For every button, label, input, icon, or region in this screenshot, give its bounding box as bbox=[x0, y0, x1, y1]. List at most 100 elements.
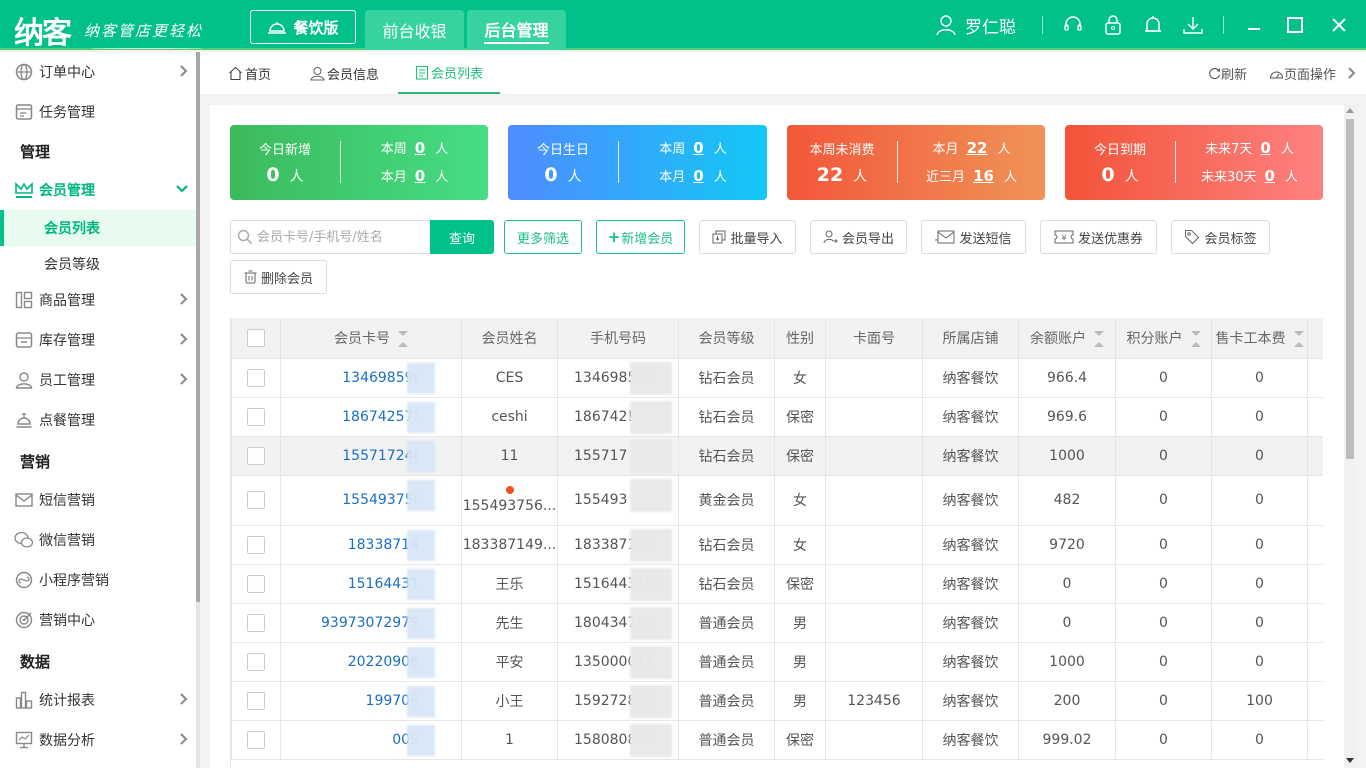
sidebar-item-goods[interactable]: 商品管理 bbox=[0, 280, 196, 320]
card-number-cell[interactable]: 20220906 bbox=[280, 641, 462, 682]
tab-home[interactable]: 首页 bbox=[228, 52, 271, 94]
close-button[interactable] bbox=[1316, 17, 1362, 33]
minimize-button[interactable] bbox=[1234, 17, 1274, 33]
select-all-checkbox[interactable] bbox=[247, 328, 265, 347]
card-number-cell[interactable]: 009 bbox=[280, 719, 462, 760]
main-scroll-thumb[interactable] bbox=[1346, 119, 1354, 459]
stat-sub-value[interactable]: 22 bbox=[967, 139, 988, 157]
sidebar-subitem-member-list[interactable]: 会员列表 bbox=[0, 210, 196, 246]
stat-card-new-today[interactable]: 今日新增 0 人 本周 0 人 本月 0 人 bbox=[230, 125, 488, 200]
table-row[interactable]: 199709 小王 159272855 普通会员男 123456 纳客餐饮 200 0 100 bbox=[231, 680, 1323, 721]
col-header-points[interactable]: 积分账户 bbox=[1115, 318, 1212, 359]
query-button[interactable]: 查询 bbox=[430, 220, 494, 254]
stat-sub-value[interactable]: 0 bbox=[693, 167, 703, 185]
sidebar-item-tasks[interactable]: 任务管理 bbox=[0, 92, 196, 132]
col-header-card-no[interactable]: 会员卡号 bbox=[280, 318, 462, 359]
stat-sub-value[interactable]: 0 bbox=[415, 167, 425, 185]
chevron-right-icon[interactable] bbox=[1348, 67, 1356, 79]
tab-member-list[interactable]: 会员列表 bbox=[398, 52, 500, 94]
card-number-cell[interactable]: 199709 bbox=[280, 680, 462, 721]
export-button[interactable]: 会员导出 bbox=[810, 220, 907, 254]
lock-icon[interactable] bbox=[1093, 14, 1133, 36]
table-row[interactable]: 18674257! ceshi 186742! 钻石会员 保密 纳客餐饮 969.6 0 0 bbox=[231, 396, 1323, 437]
member-tags-button[interactable]: 会员标签 bbox=[1171, 220, 1270, 254]
row-checkbox[interactable] bbox=[247, 691, 265, 710]
edition-button[interactable]: 餐饮版 bbox=[250, 10, 356, 44]
row-checkbox[interactable] bbox=[247, 730, 265, 749]
sort-icon[interactable] bbox=[1293, 330, 1304, 347]
sidebar-item-inventory[interactable]: 库存管理 bbox=[0, 320, 196, 360]
col-header-balance[interactable]: 余额账户 bbox=[1018, 318, 1116, 359]
delete-member-button[interactable]: 删除会员 bbox=[230, 260, 327, 294]
scroll-down-arrow[interactable] bbox=[1346, 758, 1354, 763]
top-tab-backend[interactable]: 后台管理 bbox=[467, 10, 566, 50]
stat-sub-value[interactable]: 16 bbox=[973, 167, 994, 185]
sidebar-item-members[interactable]: 会员管理 bbox=[0, 170, 196, 210]
top-tab-cashier[interactable]: 前台收银 bbox=[365, 10, 464, 50]
row-checkbox[interactable] bbox=[247, 407, 265, 426]
sidebar-subitem-member-levels[interactable]: 会员等级 bbox=[0, 246, 196, 282]
sidebar-item-marketing-center[interactable]: 营销中心 bbox=[0, 600, 196, 640]
row-checkbox[interactable] bbox=[247, 368, 265, 387]
sort-icon[interactable] bbox=[1094, 330, 1104, 347]
table-row[interactable]: 15571724(11 155717 钻石会员 保密 纳客餐饮 1000 0 0 bbox=[231, 435, 1323, 476]
row-checkbox[interactable] bbox=[247, 535, 265, 554]
row-checkbox[interactable] bbox=[247, 652, 265, 671]
card-number-cell[interactable]: 15571724( bbox=[280, 435, 462, 476]
main-scrollbar[interactable] bbox=[1344, 105, 1356, 768]
stat-sub-value[interactable]: 0 bbox=[693, 139, 703, 157]
tab-member-info[interactable]: 会员信息 bbox=[310, 52, 379, 94]
sidebar-item-staff[interactable]: 员工管理 bbox=[0, 360, 196, 400]
col-header-card-fee[interactable]: 售卡工本费 bbox=[1211, 318, 1308, 359]
sidebar-item-orders[interactable]: 订单中心 bbox=[0, 52, 196, 92]
stat-sub-value[interactable]: 0 bbox=[415, 139, 425, 157]
card-number-cell[interactable]: 93973072979 bbox=[280, 602, 462, 643]
download-icon[interactable] bbox=[1173, 14, 1213, 36]
maximize-button[interactable] bbox=[1274, 16, 1316, 34]
table-row[interactable]: 15549375(155493756... 155493 黄金会员女纳客餐饮 482 0… bbox=[231, 474, 1323, 526]
row-checkbox[interactable] bbox=[247, 491, 265, 509]
batch-import-button[interactable]: 批量导入 bbox=[699, 220, 796, 254]
card-number-cell[interactable]: 15164431 bbox=[280, 563, 462, 604]
search-input[interactable] bbox=[257, 229, 427, 245]
sidebar-item-wechat[interactable]: 微信营销 bbox=[0, 520, 196, 560]
table-row[interactable]: 18338714 183387149... 18338714! 钻石会员女 纳客餐饮 97… bbox=[231, 524, 1323, 565]
row-checkbox[interactable] bbox=[247, 613, 265, 632]
sidebar-item-miniprogram[interactable]: 小程序营销 bbox=[0, 560, 196, 600]
sort-icon[interactable] bbox=[398, 330, 408, 347]
sort-icon[interactable] bbox=[1190, 330, 1201, 347]
more-filter-button[interactable]: 更多筛选 bbox=[504, 220, 582, 254]
stat-card-expiring[interactable]: 今日到期 0 人 未来7天 0 人 未来30天 0 人 bbox=[1065, 125, 1323, 200]
table-row[interactable]: 009 1 15808080C 普通会员 保密 纳客餐饮 999.02 0 0 bbox=[231, 719, 1323, 760]
card-number-cell[interactable]: 18674257! bbox=[280, 396, 462, 437]
row-checkbox[interactable] bbox=[247, 574, 265, 593]
refresh-button[interactable]: 刷新 bbox=[1208, 64, 1247, 83]
sidebar-item-dining[interactable]: 点餐管理 bbox=[0, 400, 196, 440]
stat-sub-value[interactable]: 0 bbox=[1265, 167, 1275, 185]
user-menu[interactable]: 罗仁聪 bbox=[935, 13, 1016, 38]
sidebar-item-reports[interactable]: 统计报表 bbox=[0, 680, 196, 720]
card-number-link[interactable]: 93973072979 bbox=[321, 615, 419, 631]
scroll-up-arrow[interactable] bbox=[1346, 108, 1354, 113]
sidebar-item-analytics[interactable]: 数据分析 bbox=[0, 720, 196, 760]
card-number-cell[interactable]: 13469859( bbox=[280, 357, 462, 398]
send-coupon-button[interactable]: ¥ 发送优惠券 bbox=[1040, 220, 1157, 254]
stat-card-no-spending[interactable]: 本周未消费 22 人 本月 22 人 近三月 16 人 bbox=[787, 125, 1045, 200]
card-number-cell[interactable]: 18338714 bbox=[280, 524, 462, 565]
stat-sub-value[interactable]: 0 bbox=[1260, 139, 1270, 157]
table-row[interactable]: 13469859(CES 134698591 钻石会员女纳客餐饮 966.4 0 0 bbox=[231, 357, 1323, 398]
headset-icon[interactable] bbox=[1053, 14, 1093, 36]
add-member-button[interactable]: + 新增会员 bbox=[596, 220, 685, 254]
bell-icon[interactable] bbox=[1133, 14, 1173, 36]
sidebar-scroll-thumb[interactable] bbox=[196, 52, 200, 602]
table-row[interactable]: 20220906 平安 135000011 普通会员男纳客餐饮 1000 0 0 bbox=[231, 641, 1323, 682]
table-row[interactable]: 93973072979 先生 180434752 普通会员男纳客餐饮 0 0 0 bbox=[231, 602, 1323, 643]
page-operations-button[interactable]: 页面操作 bbox=[1269, 64, 1336, 83]
sidebar-scrollbar[interactable] bbox=[196, 52, 200, 768]
row-checkbox[interactable] bbox=[247, 446, 265, 465]
card-number-cell[interactable]: 15549375( bbox=[280, 474, 462, 526]
send-sms-button[interactable]: 发送短信 bbox=[921, 220, 1026, 254]
sidebar-item-sms[interactable]: 短信营销 bbox=[0, 480, 196, 520]
table-row[interactable]: 15164431 王乐 1516443150 钻石会员 保密 纳客餐饮 0 0 0 bbox=[231, 563, 1323, 604]
stat-card-birthday-today[interactable]: 今日生日 0 人 本周 0 人 本月 0 人 bbox=[508, 125, 767, 200]
